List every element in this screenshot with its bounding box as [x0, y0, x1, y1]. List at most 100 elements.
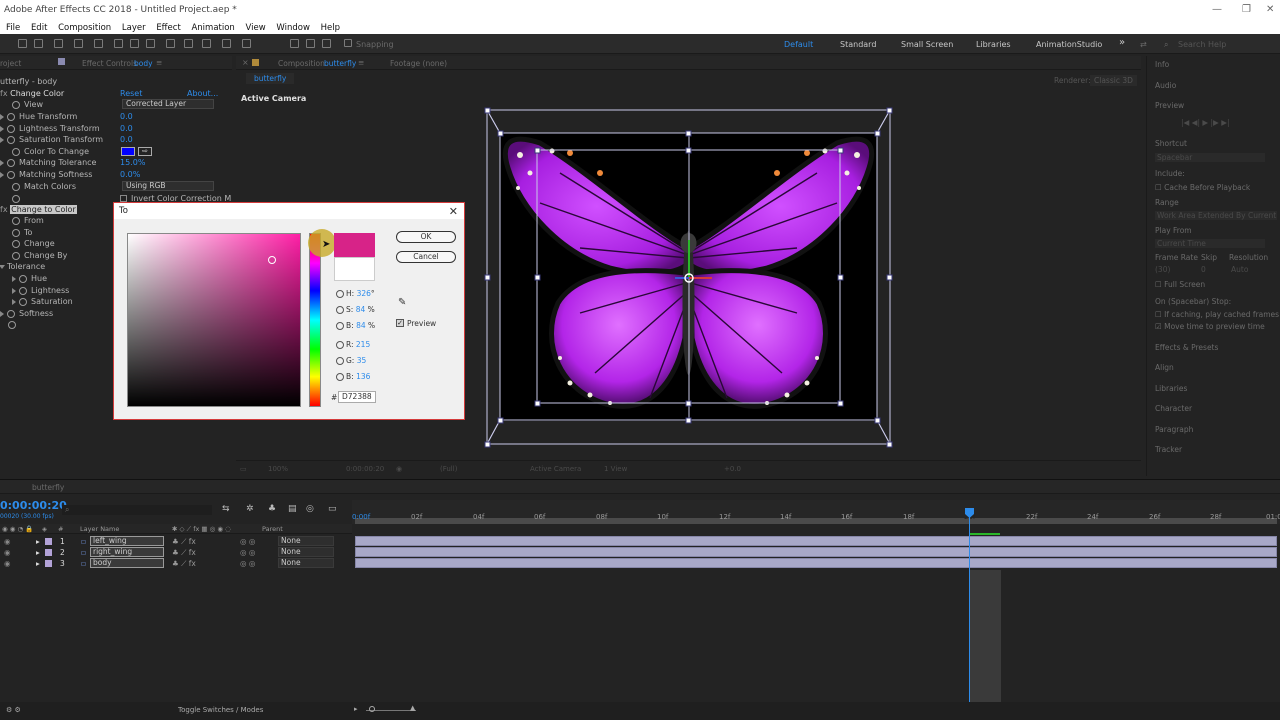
- info-panel-tab[interactable]: Info: [1155, 60, 1169, 69]
- menu-view[interactable]: View: [246, 22, 266, 34]
- resolution-dropdown[interactable]: (Full): [440, 465, 457, 473]
- zoom-out-icon[interactable]: ▸: [354, 705, 358, 713]
- lightness-transform-value[interactable]: 0.0: [120, 123, 133, 134]
- label-color[interactable]: [45, 538, 52, 545]
- red-radio[interactable]: [336, 341, 344, 349]
- parent-dropdown[interactable]: None: [278, 536, 334, 546]
- camera-tool-icon[interactable]: [74, 39, 83, 48]
- hue-value[interactable]: 326: [357, 289, 371, 298]
- color-swatch[interactable]: [121, 147, 135, 156]
- layer-name[interactable]: right_wing: [90, 547, 164, 557]
- frame-blending-icon[interactable]: ▤: [288, 504, 297, 514]
- menu-layer[interactable]: Layer: [122, 22, 146, 34]
- toggle-switches-modes-button[interactable]: Toggle Switches / Modes: [178, 706, 263, 714]
- invert-checkbox[interactable]: [120, 195, 127, 202]
- zoom-slider-thumb[interactable]: [369, 706, 375, 712]
- timeline-tab[interactable]: butterfly: [32, 483, 64, 492]
- green-value[interactable]: 35: [357, 356, 367, 365]
- effects-presets-panel-tab[interactable]: Effects & Presets: [1155, 343, 1218, 352]
- effect-controls-tab[interactable]: Effect Controls: [82, 59, 137, 68]
- column-parent[interactable]: Parent: [262, 525, 283, 533]
- layer-duration-bar[interactable]: [355, 558, 1277, 568]
- saturation-transform-value[interactable]: 0.0: [120, 134, 133, 145]
- reset-button[interactable]: Reset: [120, 88, 142, 99]
- hex-input[interactable]: D72388: [338, 391, 376, 403]
- about-button[interactable]: About...: [187, 88, 218, 99]
- hue-transform-value[interactable]: 0.0: [120, 111, 133, 122]
- parent-dropdown[interactable]: None: [278, 558, 334, 568]
- minimize-icon[interactable]: —: [1212, 4, 1222, 15]
- layer-switches[interactable]: ♣ ⟋ fx: [172, 536, 196, 547]
- layer-3d-toggle[interactable]: ◎ ◎: [240, 547, 255, 558]
- saturation-brightness-field[interactable]: [127, 233, 301, 407]
- layer-switches[interactable]: ♣ ⟋ fx: [172, 547, 196, 558]
- search-help-icon[interactable]: ⌕: [1164, 40, 1168, 50]
- stopwatch-icon[interactable]: [12, 216, 20, 225]
- panel-menu-icon[interactable]: ≡: [358, 58, 364, 67]
- panel-menu-icon[interactable]: ≡: [156, 58, 162, 67]
- matching-softness-value[interactable]: 0.0%: [120, 169, 140, 180]
- play-cached-frames-checkbox[interactable]: ☐ If caching, play cached frames: [1155, 310, 1279, 319]
- workspace-standard[interactable]: Standard: [840, 40, 876, 49]
- footage-tab[interactable]: Footage (none): [390, 59, 447, 68]
- expand-icon[interactable]: [0, 171, 4, 178]
- stopwatch-icon[interactable]: [12, 239, 20, 248]
- frame-rate-dropdown[interactable]: (30): [1155, 265, 1170, 274]
- workspace-default[interactable]: Default: [784, 40, 813, 49]
- graph-editor-icon[interactable]: ▭: [328, 504, 337, 514]
- menu-effect[interactable]: Effect: [156, 22, 180, 34]
- draft-3d-icon[interactable]: ✲: [246, 504, 254, 514]
- visibility-icon[interactable]: ◉: [4, 536, 11, 547]
- match-colors-dropdown[interactable]: Using RGB: [122, 181, 214, 191]
- character-panel-tab[interactable]: Character: [1155, 404, 1192, 413]
- hand-tool-icon[interactable]: [18, 39, 27, 48]
- eyedropper-icon[interactable]: ⇨: [138, 147, 152, 156]
- visibility-icon[interactable]: ◉: [4, 547, 11, 558]
- menu-animation[interactable]: Animation: [191, 22, 234, 34]
- layer-switches[interactable]: ♣ ⟋ fx: [172, 558, 196, 569]
- hue-slider[interactable]: [309, 233, 321, 407]
- expand-icon[interactable]: [0, 125, 4, 132]
- exposure-value[interactable]: +0.0: [724, 465, 741, 473]
- menu-window[interactable]: Window: [276, 22, 310, 34]
- color-field-cursor[interactable]: [268, 256, 276, 264]
- shy-layers-icon[interactable]: ♣: [268, 504, 276, 514]
- roto-brush-tool-icon[interactable]: [222, 39, 231, 48]
- layer-duration-bar[interactable]: [355, 547, 1277, 557]
- menu-help[interactable]: Help: [321, 22, 340, 34]
- stopwatch-icon[interactable]: [12, 251, 20, 260]
- motion-blur-icon[interactable]: ◎: [306, 504, 314, 514]
- current-time-display[interactable]: 0:00:00:20: [346, 465, 384, 473]
- menu-composition[interactable]: Composition: [58, 22, 111, 34]
- stopwatch-icon[interactable]: [7, 309, 15, 318]
- dialog-close-icon[interactable]: ✕: [449, 204, 458, 220]
- clone-stamp-tool-icon[interactable]: [184, 39, 193, 48]
- workspace-libraries[interactable]: Libraries: [976, 40, 1011, 49]
- expand-icon[interactable]: [12, 275, 16, 282]
- snapping-checkbox[interactable]: [344, 39, 352, 47]
- stopwatch-icon[interactable]: [7, 158, 15, 167]
- layer-transform-gizmo[interactable]: [480, 100, 900, 460]
- local-axis-icon[interactable]: [290, 39, 299, 48]
- expand-icon[interactable]: [0, 136, 4, 143]
- composition-tab[interactable]: Composition: [278, 59, 325, 68]
- zoom-in-icon[interactable]: ▲: [410, 704, 415, 712]
- move-time-checkbox[interactable]: ☑ Move time to preview time: [1155, 322, 1265, 331]
- stopwatch-icon[interactable]: [19, 286, 27, 295]
- expand-icon[interactable]: [12, 287, 16, 294]
- sync-icon[interactable]: ⇄: [1140, 40, 1147, 49]
- rectangle-tool-icon[interactable]: [114, 39, 123, 48]
- pen-tool-icon[interactable]: [130, 39, 139, 48]
- blue-radio[interactable]: [336, 373, 344, 381]
- stopwatch-icon[interactable]: [7, 112, 15, 121]
- close-window-icon[interactable]: ✕: [1266, 4, 1274, 15]
- green-radio[interactable]: [336, 357, 344, 365]
- expand-icon[interactable]: [0, 113, 4, 120]
- range-dropdown[interactable]: Work Area Extended By Current...: [1155, 211, 1277, 220]
- view-layout-dropdown[interactable]: 1 View: [604, 465, 627, 473]
- resolution-dropdown[interactable]: Auto: [1231, 265, 1248, 274]
- workspace-overflow-icon[interactable]: »: [1119, 37, 1125, 48]
- composition-name-tab[interactable]: butterfly: [324, 59, 356, 68]
- saturation-value[interactable]: 84: [356, 305, 366, 314]
- timeline-options-icon[interactable]: ⚙ ⚙: [6, 706, 21, 714]
